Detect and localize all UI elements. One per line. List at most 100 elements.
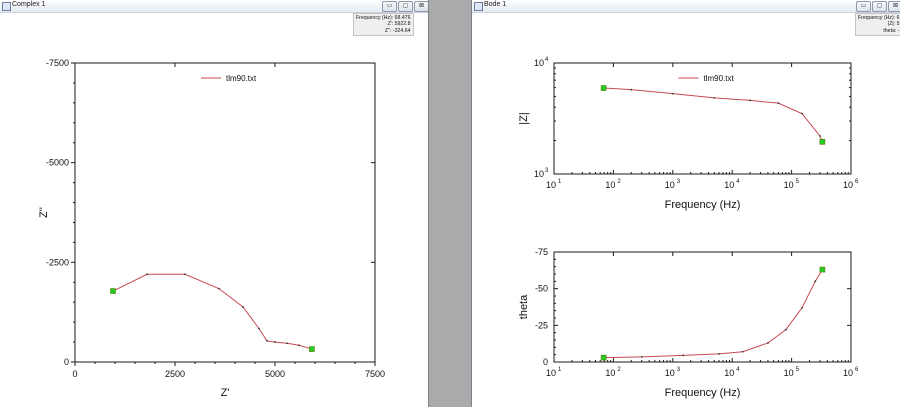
data-point [266, 339, 268, 342]
bode-cursor-readout: Frequency (Hz): 6 |Z|: 5 theta: - [855, 13, 900, 37]
bode-window-title: Bode 1 [484, 1, 507, 8]
x-tick-label: 10 [843, 368, 853, 378]
x-tick-exponent: 4 [736, 179, 740, 185]
readout-line: theta: - [883, 27, 900, 34]
plot-frame [74, 62, 376, 363]
y-tick-label: -2500 [46, 257, 69, 267]
data-point [801, 112, 803, 115]
complex-titlebar[interactable]: Complex 1 ▭ ▢ ⊠ [0, 0, 428, 13]
legend-label: tlm90.txt [226, 74, 257, 83]
x-tick-exponent: 6 [855, 367, 859, 373]
x-tick-exponent: 6 [855, 179, 859, 185]
maximize-button[interactable]: ▢ [872, 1, 887, 12]
x-tick-label: 10 [665, 180, 675, 190]
data-point [286, 342, 288, 345]
data-point [749, 99, 751, 102]
endpoint-marker [819, 139, 826, 145]
complex-window: Complex 1 ▭ ▢ ⊠ Frequency (Hz): 68.476 Z… [0, 0, 429, 407]
endpoint-marker [600, 354, 607, 361]
endpoint-marker [600, 85, 607, 91]
chart-window-icon [2, 2, 11, 11]
data-point [298, 344, 300, 347]
data-point [682, 354, 685, 357]
data-point [258, 327, 260, 330]
data-point [218, 287, 220, 290]
x-tick-label: 10 [843, 180, 853, 190]
x-tick-label: 10 [784, 180, 794, 190]
x-tick-label: 0 [72, 369, 77, 379]
x-tick-label: 7500 [365, 369, 385, 379]
x-tick-exponent: 1 [558, 179, 562, 185]
x-axis-label: Z' [221, 387, 230, 399]
x-tick-label: 10 [665, 368, 675, 378]
data-point [767, 342, 769, 344]
close-button[interactable]: ⊠ [414, 1, 428, 12]
data-point [819, 135, 821, 137]
x-tick-exponent: 2 [617, 179, 621, 185]
x-tick-label: 10 [546, 180, 556, 190]
plot-frame [553, 251, 852, 363]
bode-plots[interactable]: 10 1 10 2 10 3 10 4 10 5 10 6Frequency (Hz)10 310 4|Z… [472, 0, 900, 407]
y-tick-label: 0 [64, 357, 69, 367]
y-axis-label: |Z| [518, 112, 530, 124]
y-tick-exponent: 4 [545, 57, 549, 63]
complex-window-title: Complex 1 [12, 1, 46, 8]
data-point [184, 273, 186, 276]
minimize-button[interactable]: ▭ [382, 1, 397, 12]
series-line [603, 87, 823, 143]
x-tick-exponent: 1 [558, 367, 562, 373]
y-axis-label: theta [518, 294, 530, 319]
y-tick-exponent: 3 [545, 168, 549, 174]
bode-window: Bode 1 ▭ ▢ ⊠ Frequency (Hz): 6 |Z|: 5 th… [471, 0, 900, 407]
data-point [640, 355, 643, 358]
data-point [671, 92, 674, 95]
readout-line: Z'': -324.64 [384, 27, 411, 34]
x-tick-exponent: 4 [736, 367, 740, 373]
y-tick-label: -75 [535, 247, 548, 257]
close-button[interactable]: ⊠ [888, 1, 900, 12]
data-point [784, 328, 787, 331]
endpoint-marker [819, 266, 826, 273]
complex-cursor-readout: Frequency (Hz): 68.476 Z': 5922.8 Z'': -… [353, 13, 414, 37]
series-line [112, 273, 313, 350]
x-tick-label: 10 [784, 368, 794, 378]
x-tick-exponent: 5 [796, 367, 800, 373]
endpoint-marker [309, 346, 315, 352]
x-axis-label: Frequency (Hz) [665, 199, 741, 211]
data-point [274, 341, 276, 343]
x-tick-exponent: 3 [677, 179, 681, 185]
maximize-button[interactable]: ▢ [398, 1, 413, 12]
data-point [741, 350, 744, 353]
minimize-button[interactable]: ▭ [856, 1, 871, 12]
x-tick-label: 10 [724, 180, 734, 190]
y-tick-label: -50 [535, 284, 548, 294]
x-tick-exponent: 2 [617, 367, 621, 373]
data-point [146, 273, 148, 276]
data-point [713, 96, 716, 99]
endpoint-marker [110, 288, 116, 294]
y-tick-label: 0 [543, 357, 548, 367]
x-axis-label: Frequency (Hz) [665, 387, 741, 399]
y-tick-label: -25 [535, 320, 548, 330]
data-point [718, 353, 720, 355]
data-point [777, 102, 780, 105]
data-point [814, 280, 817, 283]
x-tick-label: 10 [605, 180, 615, 190]
chart-window-icon [474, 2, 483, 11]
series-line [603, 269, 823, 359]
y-tick-label: -7500 [46, 58, 69, 68]
x-tick-label: 2500 [165, 369, 185, 379]
x-tick-exponent: 5 [796, 179, 800, 185]
data-point [630, 88, 633, 91]
y-axis-label: Z'' [38, 207, 50, 218]
y-tick-label: 10 [534, 169, 544, 179]
x-tick-label: 5000 [265, 369, 285, 379]
data-point [801, 306, 803, 309]
x-tick-exponent: 3 [677, 367, 681, 373]
y-tick-label: 10 [534, 58, 544, 68]
x-tick-label: 10 [605, 368, 615, 378]
legend-label: tlm90.txt [704, 74, 735, 83]
nyquist-plot[interactable]: 0 2500 5000 7500 -7500 -5000 -2500 0 Z' Z'' tlm90.… [0, 0, 428, 407]
data-point [242, 306, 244, 308]
bode-titlebar[interactable]: Bode 1 ▭ ▢ ⊠ [472, 0, 900, 13]
